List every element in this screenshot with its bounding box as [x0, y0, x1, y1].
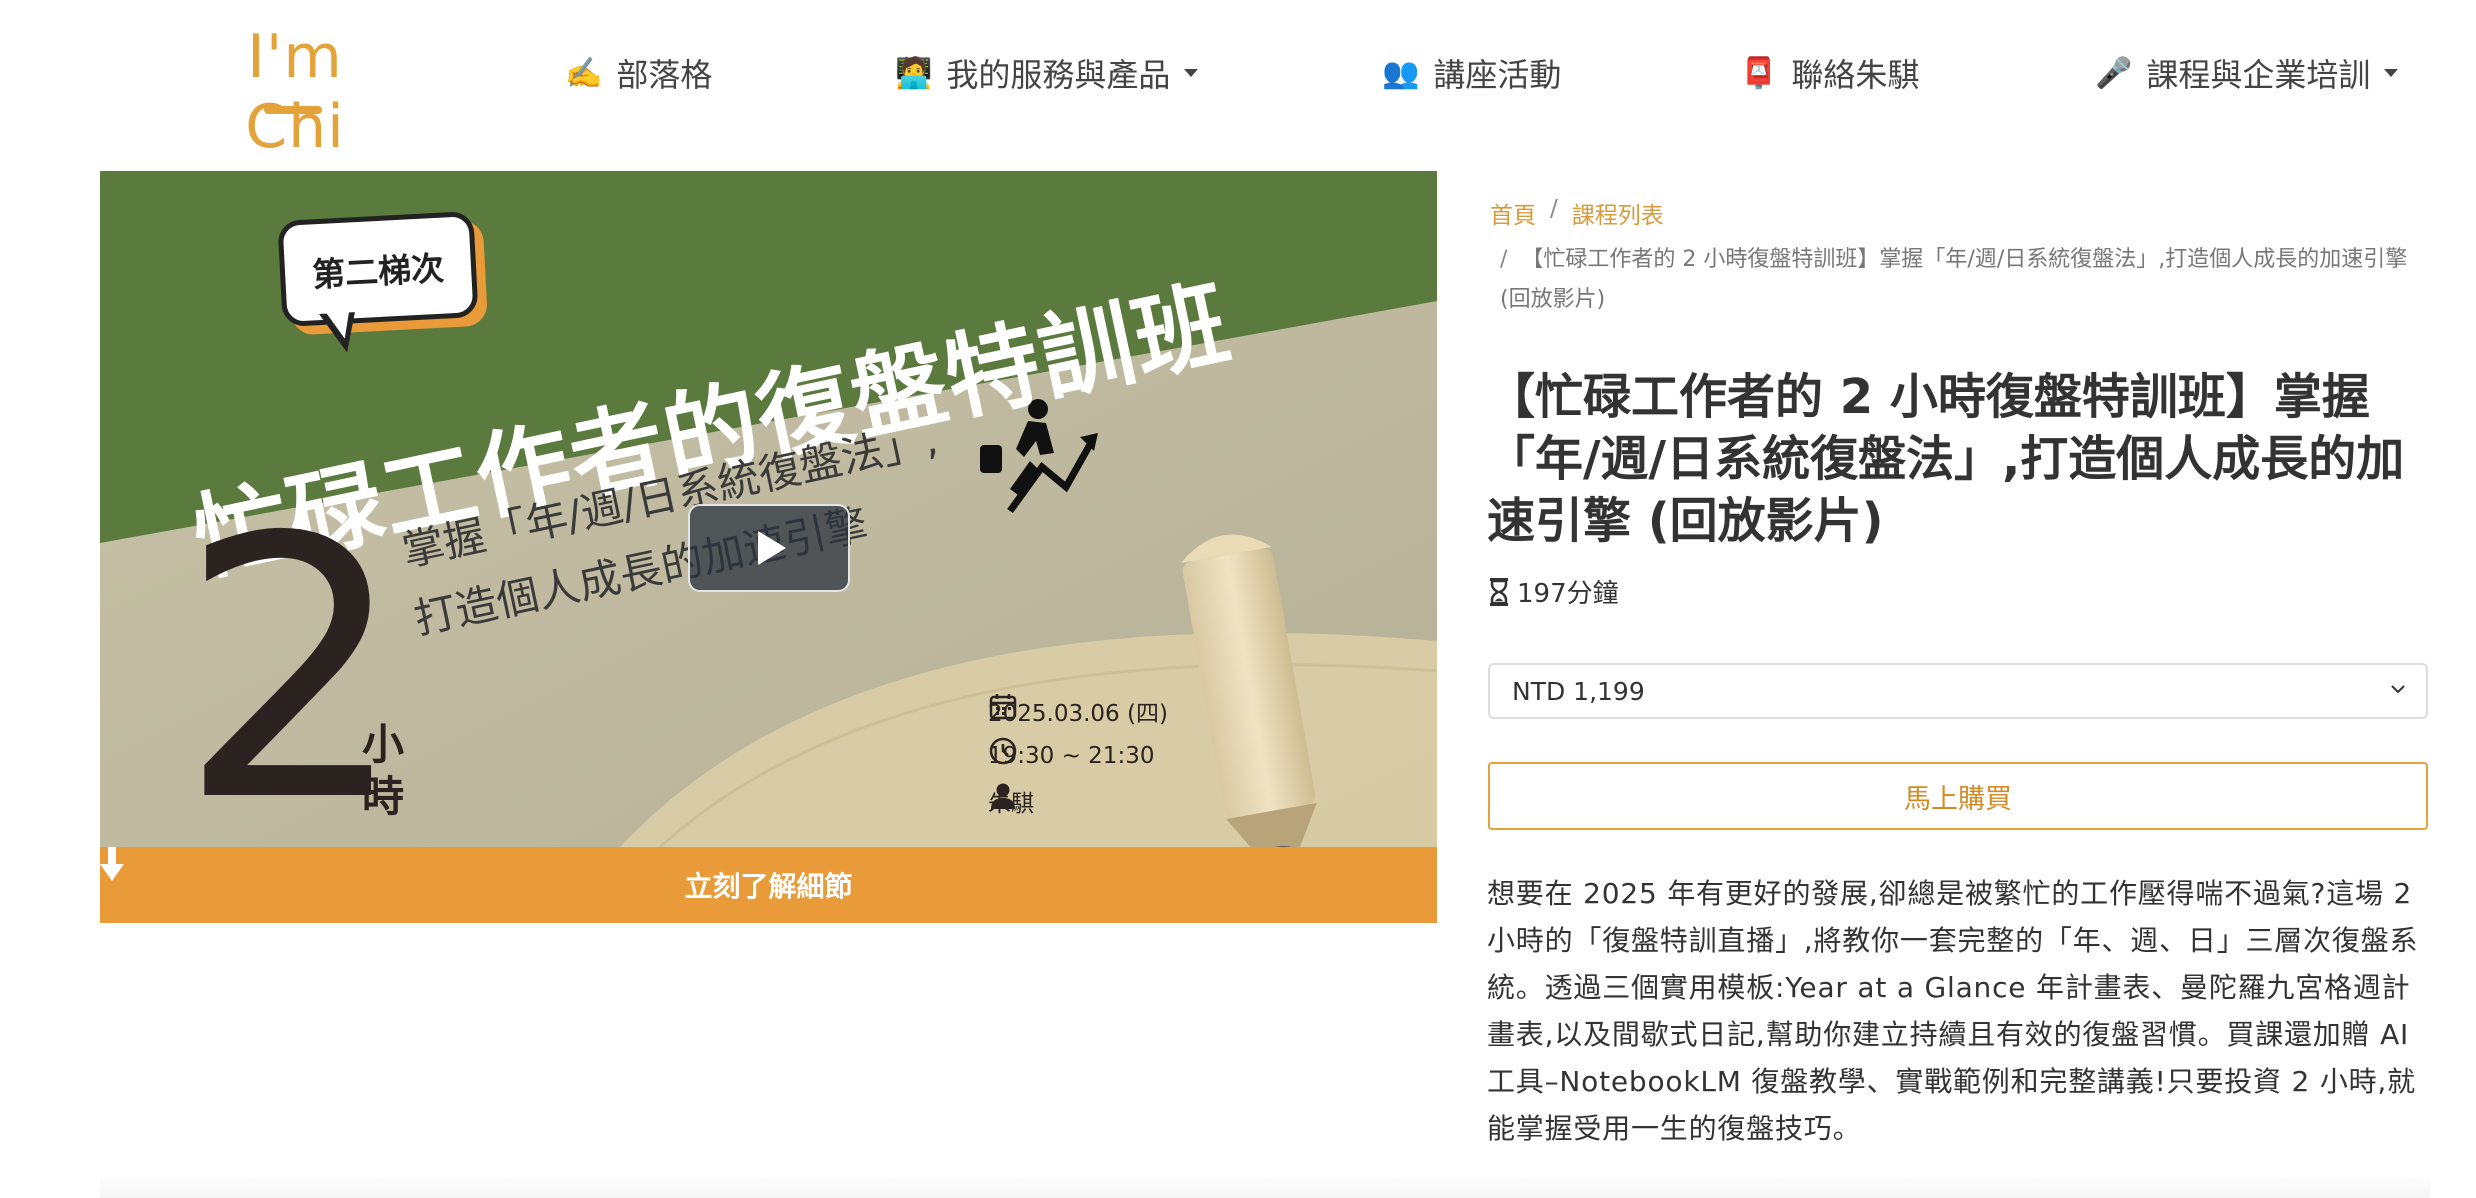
hero-time-row: 19:30 ~ 21:30 — [988, 736, 1154, 776]
badge-tail-inner — [325, 310, 351, 340]
breadcrumb-current: 【忙碌工作者的 2 小時復盤特訓班】掌握「年/週/日系統復盤法」,打造個人成長的… — [1500, 247, 2408, 312]
course-duration: 197分鐘 — [1489, 573, 1619, 610]
arrow-down-icon — [100, 847, 124, 881]
nav-courses[interactable]: 🎤 課程與企業培訓 — [2095, 48, 2399, 98]
hero-details-cta[interactable]: 立刻了解細節 — [100, 847, 1437, 923]
price-select[interactable]: NTD 1,199 — [1488, 663, 2428, 719]
site-header: I'm Chi ✍️ 部落格 🧑‍💻 我的服務與產品 👥 講座活動 📮 聯絡朱騏… — [0, 0, 2476, 162]
buy-now-button[interactable]: 馬上購買 — [1488, 762, 2428, 830]
microphone-icon: 🎤 — [2095, 55, 2133, 91]
batch-badge: 第二梯次 — [277, 210, 479, 328]
hero-cta-label: 立刻了解細節 — [684, 870, 853, 903]
play-button[interactable] — [688, 504, 850, 592]
play-icon — [758, 531, 786, 565]
course-duration-text: 197分鐘 — [1517, 579, 1619, 609]
person-icon — [991, 783, 1015, 809]
breadcrumb-home[interactable]: 首頁 — [1490, 196, 1536, 230]
chevron-down-icon — [1184, 69, 1199, 77]
chevron-down-icon — [2391, 685, 2405, 694]
mailbox-icon: 📮 — [1740, 55, 1778, 91]
nav-courses-label: 課程與企業培訓 — [2146, 56, 2371, 94]
writing-hand-icon: ✍️ — [565, 55, 603, 91]
people-icon: 👥 — [1382, 55, 1420, 91]
hero-date-row: 2025.03.06 (四) — [988, 691, 1168, 731]
breadcrumb-course-list[interactable]: 課程列表 — [1572, 196, 1664, 230]
hero-hours-label: 小時 — [362, 720, 405, 821]
chevron-down-icon — [2384, 69, 2399, 77]
breadcrumb: 首頁 / 課程列表 — [1490, 196, 1664, 230]
nav-blog-label: 部落格 — [616, 56, 713, 94]
logo-underline — [264, 106, 322, 114]
nav-services[interactable]: 🧑‍💻 我的服務與產品 — [895, 48, 1199, 98]
course-title: 【忙碌工作者的 2 小時復盤特訓班】掌握「年/週/日系統復盤法」,打造個人成長的… — [1487, 369, 2405, 549]
technologist-icon: 🧑‍💻 — [895, 55, 933, 91]
course-description: 想要在 2025 年有更好的發展,卻總是被繁忙的工作壓得喘不過氣?這場 2 小時… — [1487, 877, 2419, 1145]
clock-icon — [989, 737, 1017, 765]
price-select-value: NTD 1,199 — [1512, 676, 1645, 706]
hourglass-icon — [1490, 577, 1508, 606]
breadcrumb-separator: / — [1550, 196, 1558, 222]
nav-events-label: 講座活動 — [1433, 56, 1562, 94]
course-video-player[interactable]: 第二梯次 忙碌工作者的復盤特訓班 掌握「年/週/日系統復盤法」, 打造個人成長的… — [100, 171, 1437, 923]
nav-services-label: 我的服務與產品 — [946, 56, 1171, 94]
hero-instructor-row: 朱騏 — [988, 781, 1034, 821]
calendar-icon — [989, 694, 1017, 720]
nav-contact[interactable]: 📮 聯絡朱騏 — [1740, 48, 1919, 98]
nav-events[interactable]: 👥 講座活動 — [1382, 48, 1561, 98]
nav-contact-label: 聯絡朱騏 — [1791, 56, 1920, 94]
content-divider — [100, 1178, 2430, 1198]
breadcrumb-current-row: / 【忙碌工作者的 2 小時復盤特訓班】掌握「年/週/日系統復盤法」,打造個人成長… — [1500, 240, 2440, 320]
breadcrumb-separator: / — [1500, 247, 1508, 272]
nav-blog[interactable]: ✍️ 部落格 — [565, 48, 712, 98]
site-logo[interactable]: I'm Chi — [190, 22, 400, 162]
